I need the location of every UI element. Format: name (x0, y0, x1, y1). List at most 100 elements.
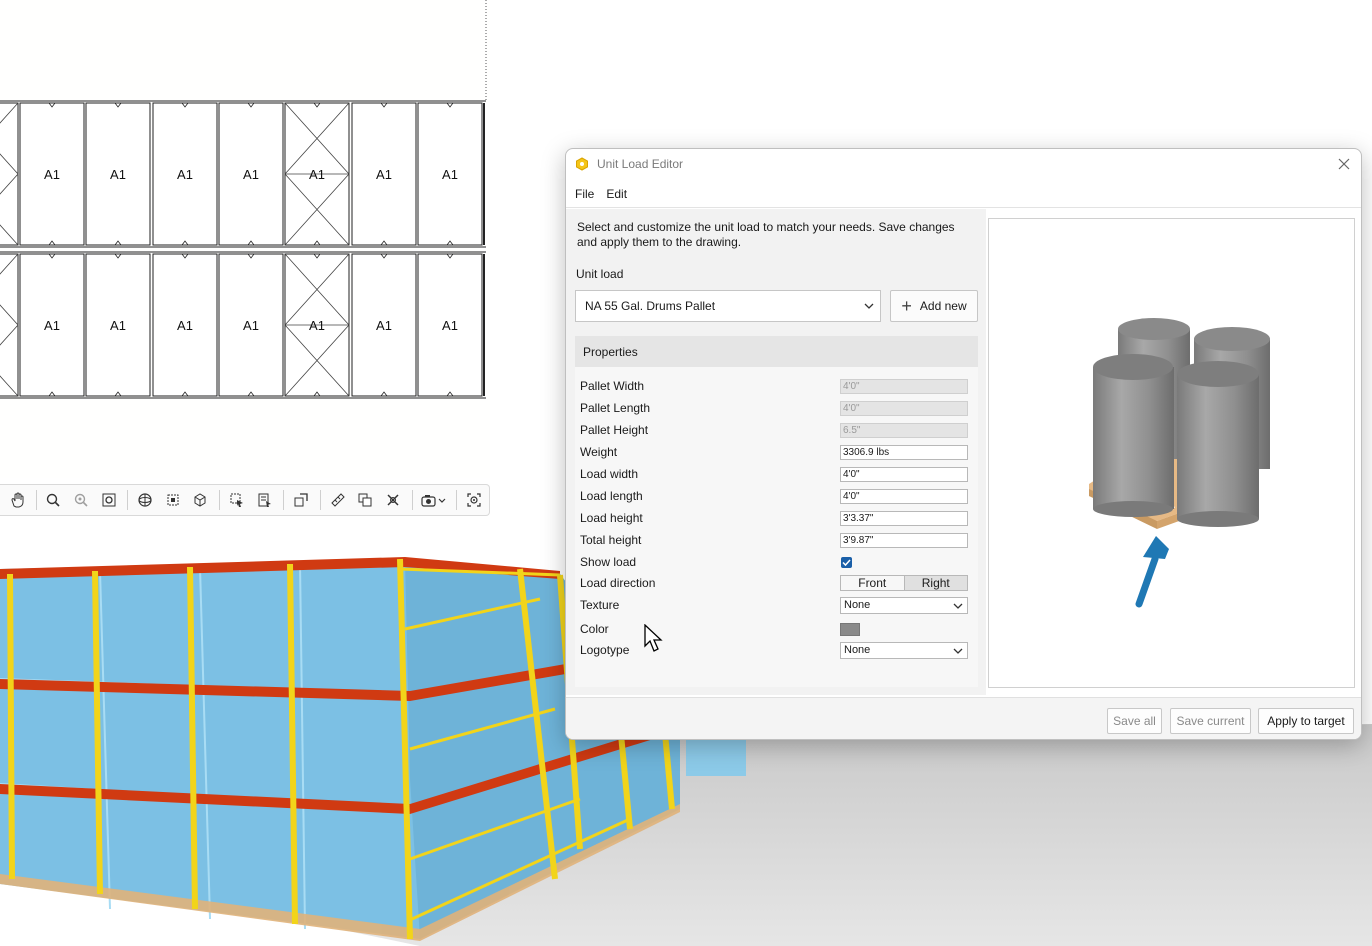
properties-header: Properties (575, 336, 978, 367)
unit-load-select[interactable]: NA 55 Gal. Drums Pallet (575, 290, 881, 322)
rack-cell-label: A1 (44, 318, 60, 333)
toolbar-separator (320, 490, 322, 510)
view-cube-icon[interactable] (188, 488, 214, 512)
prop-label: Texture (580, 598, 620, 612)
rack-cell-label: A1 (376, 167, 392, 182)
rack-cell[interactable] (0, 102, 19, 246)
copy-icon[interactable] (353, 488, 379, 512)
texture-value: None (844, 599, 871, 611)
delete-icon[interactable] (380, 488, 406, 512)
prop-label: Color (580, 622, 609, 636)
plus-icon: + (901, 296, 912, 316)
editor-panel: Select and customize the unit load to ma… (566, 209, 986, 695)
mouse-cursor-icon (644, 624, 663, 652)
rack-cell-label: A1 (442, 167, 458, 182)
texture-select[interactable]: None (840, 597, 968, 614)
zoom-window-icon[interactable] (68, 488, 94, 512)
chevron-down-icon (953, 603, 963, 609)
rack-cell-label: A1 (309, 167, 325, 182)
unit-load-editor-dialog: Unit Load Editor File Edit Select and cu… (565, 148, 1362, 740)
dialog-title: Unit Load Editor (597, 157, 684, 171)
properties-list: Pallet Width 4'0" Pallet Length 4'0" Pal… (575, 367, 978, 687)
properties-title: Properties (583, 344, 638, 359)
select-list-icon[interactable] (252, 488, 278, 512)
prop-label: Show load (580, 555, 637, 569)
select-icon[interactable] (224, 488, 250, 512)
unit-load-preview[interactable] (988, 218, 1355, 688)
menu-edit[interactable]: Edit (604, 185, 629, 203)
load-length-field[interactable]: 4'0" (840, 489, 968, 504)
prop-label: Load direction (580, 576, 656, 590)
toolbar-separator (219, 490, 221, 510)
save-current-button[interactable]: Save current (1170, 708, 1251, 734)
save-all-button[interactable]: Save all (1107, 708, 1162, 734)
total-height-field[interactable]: 3'9.87" (840, 533, 968, 548)
checkmark-icon (842, 559, 851, 567)
camera-icon[interactable] (417, 488, 451, 512)
zoom-extents-icon[interactable] (96, 488, 122, 512)
prop-label: Pallet Height (580, 423, 649, 437)
rack-cell-label: A1 (243, 167, 259, 182)
toolbar-separator (456, 490, 458, 510)
orbit-icon[interactable] (132, 488, 158, 512)
intro-text: Select and customize the unit load to ma… (577, 220, 955, 249)
rack-layout-drawing: A1 A1 A1 A1 A1 A1 A1 A1 A1 A1 A1 A1 A1 A1 (0, 0, 487, 399)
plan-view[interactable]: A1 A1 A1 A1 A1 A1 A1 A1 A1 A1 A1 A1 A1 A1 (0, 0, 490, 478)
rack-cell-label: A1 (110, 167, 126, 182)
weight-field[interactable]: 3306.9 lbs (840, 445, 968, 460)
prop-label: Total height (580, 533, 642, 547)
pan-icon[interactable] (4, 488, 30, 512)
direction-right-option[interactable]: Right (903, 576, 967, 590)
measure-icon[interactable] (325, 488, 351, 512)
prop-label: Logotype (580, 643, 630, 657)
add-new-label: Add new (919, 299, 967, 313)
rack-cell-label: A1 (44, 167, 60, 182)
menu-bar: File Edit (566, 181, 1361, 208)
direction-front-option[interactable]: Front (841, 576, 904, 590)
load-direction-toggle: Front Right (840, 575, 968, 591)
rack-cell-label: A1 (243, 318, 259, 333)
prop-label: Weight (580, 445, 618, 459)
show-load-checkbox[interactable] (841, 557, 852, 568)
toolbar-separator (411, 490, 413, 510)
rack-cells: A1 A1 A1 A1 A1 A1 A1 A1 A1 A1 A1 A1 A1 A1 (0, 100, 486, 399)
load-width-field[interactable]: 4'0" (840, 467, 968, 482)
load-height-field[interactable]: 3'3.37" (840, 511, 968, 526)
view-toolbar (0, 484, 490, 516)
chevron-down-icon (864, 303, 874, 309)
drum-pallet-3d-preview (1089, 318, 1270, 608)
logotype-value: None (844, 644, 871, 656)
toolbar-separator (283, 490, 285, 510)
close-button[interactable] (1335, 155, 1353, 173)
unit-load-label: Unit load (576, 267, 624, 281)
pallet-length-field: 4'0" (840, 401, 968, 416)
add-new-button[interactable]: + Add new (890, 290, 978, 322)
chevron-down-icon (953, 648, 963, 654)
prop-label: Load height (580, 511, 643, 525)
menu-file[interactable]: File (573, 185, 596, 203)
pallet-height-field: 6.5" (840, 423, 968, 438)
zoom-icon[interactable] (41, 488, 67, 512)
move-icon[interactable] (288, 488, 314, 512)
rack-cell-label: A1 (309, 318, 325, 333)
toolbar-separator (35, 490, 37, 510)
rack-cell-label: A1 (177, 318, 193, 333)
apply-to-target-button[interactable]: Apply to target (1258, 708, 1354, 734)
zoom-selection-icon[interactable] (160, 488, 186, 512)
unit-load-value: NA 55 Gal. Drums Pallet (585, 299, 716, 313)
prop-label: Load length (580, 489, 643, 503)
rack-cell-label: A1 (177, 167, 193, 182)
focus-icon[interactable] (461, 488, 487, 512)
prop-label: Pallet Length (580, 401, 651, 415)
rack-cell-label: A1 (376, 318, 392, 333)
close-icon (1338, 158, 1350, 170)
app-logo-icon (576, 157, 588, 171)
rack-cell[interactable] (0, 253, 19, 397)
rack-cell-label: A1 (110, 318, 126, 333)
prop-label: Pallet Width (580, 379, 645, 393)
rack-cell-label: A1 (442, 318, 458, 333)
dialog-titlebar[interactable]: Unit Load Editor (566, 149, 1361, 179)
color-swatch[interactable] (840, 623, 860, 636)
logotype-select[interactable]: None (840, 642, 968, 659)
pallet-width-field: 4'0" (840, 379, 968, 394)
